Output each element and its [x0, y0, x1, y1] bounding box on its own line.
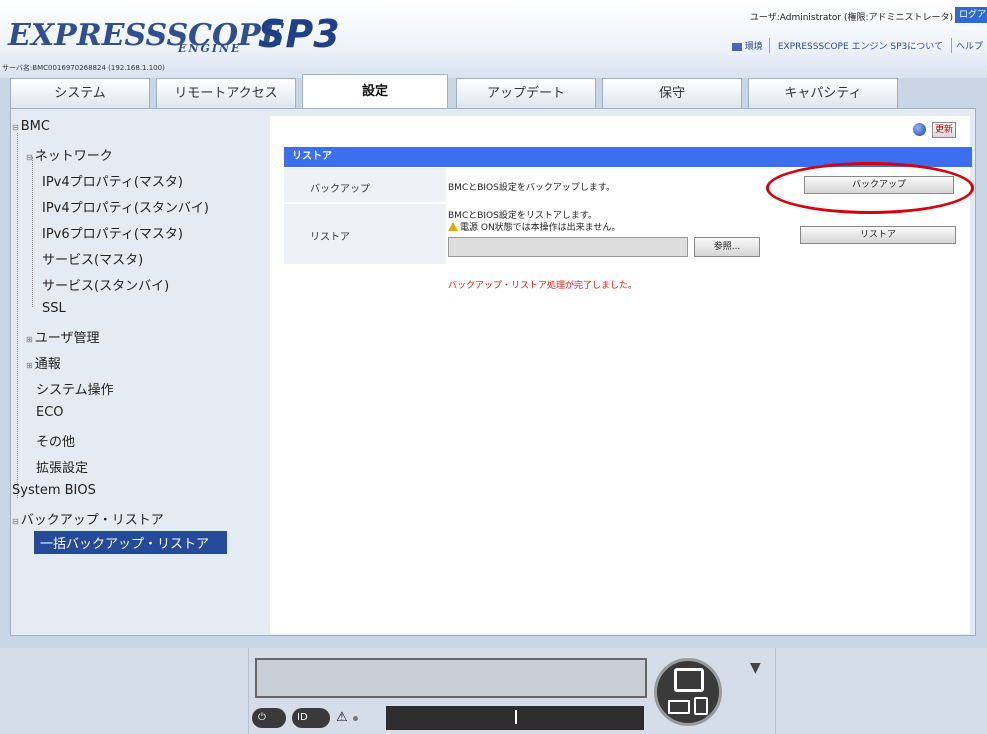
warning-icon — [448, 222, 458, 231]
user-info: ユーザ:Administrator (権限:アドミニストレータ) — [749, 13, 953, 23]
globe-icon[interactable] — [913, 123, 926, 136]
status-message: バックアップ・リストア処理が完了しました。 — [448, 281, 638, 291]
restore-label-cell — [284, 204, 446, 264]
sidebar-item-label: 通報 — [34, 357, 61, 372]
restore-warning: 電源 ON状態では本操作は出来ません。 — [448, 220, 620, 233]
env-link-label: 環境 — [744, 42, 763, 52]
alert-led-icon — [353, 716, 358, 721]
logout-button[interactable]: ログアウト — [955, 7, 987, 23]
logo-word: EXPRESSSCOPE — [8, 18, 284, 53]
bottom-divider-left — [248, 648, 249, 734]
sidebar-item-other[interactable]: その他 — [36, 431, 75, 450]
restore-warning-text: 電源 ON状態では本操作は出来ません。 — [460, 223, 621, 233]
sidebar-item-bmc[interactable]: ⊟ BMC — [12, 119, 50, 134]
restore-button[interactable]: リストア — [800, 226, 956, 244]
sidebar-tree: ⊟ BMC ⊟ ネットワーク IPv4プロパティ(マスタ) IPv4プロパティ(スタ… — [12, 117, 270, 629]
sidebar-item-label: ユーザ管理 — [34, 331, 100, 346]
sidebar-item-label: BMC — [20, 119, 50, 134]
sidebar-item-ipv4-standby[interactable]: IPv4プロパティ(スタンバイ) — [42, 197, 209, 216]
refresh-button[interactable]: 更新 — [932, 122, 956, 138]
alert-icon: ⚠ — [336, 710, 348, 725]
restore-file-input[interactable] — [448, 237, 688, 257]
sidebar-item-system-bios[interactable]: System BIOS — [12, 483, 96, 498]
tab-capacity[interactable]: キャパシティ — [748, 78, 898, 108]
sidebar-item-eco[interactable]: ECO — [36, 405, 64, 420]
sidebar-item-label: バックアップ・リストア — [20, 513, 164, 528]
backup-row-label: バックアップ — [310, 184, 370, 195]
sidebar-item-service-master[interactable]: サービス(マスタ) — [42, 249, 143, 268]
bottom-divider-right — [775, 648, 776, 734]
sidebar-item-ipv6-master[interactable]: IPv6プロパティ(マスタ) — [42, 223, 183, 242]
about-link[interactable]: EXPRESSSCOPE エンジン SP3について — [770, 38, 952, 53]
sidebar-item-extended-settings[interactable]: 拡張設定 — [36, 457, 88, 476]
sidebar-item-ipv4-master[interactable]: IPv4プロパティ(マスタ) — [42, 171, 183, 190]
logo-engine: ENGINE — [178, 42, 242, 55]
tab-maintenance[interactable]: 保守 — [602, 78, 742, 108]
highlight-ring — [766, 162, 974, 214]
logo-sp3: SP3 — [258, 12, 340, 56]
collapse-icon: ⊟ — [12, 517, 19, 526]
collapse-icon: ⊟ — [26, 153, 33, 162]
lcd-display — [255, 658, 647, 698]
monitor-icon — [674, 668, 704, 692]
browse-button[interactable]: 参照... — [694, 237, 760, 257]
env-link[interactable]: 環境 — [726, 38, 770, 53]
sidebar-item-notification[interactable]: ⊞ 通報 — [26, 353, 61, 372]
sidebar-item-network[interactable]: ⊟ ネットワーク — [26, 145, 113, 164]
header: EXPRESSSCOPE ENGINE SP3 サーバ名:BMC00169702… — [0, 0, 987, 78]
main-tabs: システム リモートアクセス 設定 アップデート 保守 キャパシティ — [10, 74, 910, 108]
status-marker — [515, 710, 517, 724]
expand-arrow-icon[interactable]: ▼ — [750, 660, 761, 676]
collapse-icon: ⊟ — [12, 123, 19, 132]
tab-remote-access[interactable]: リモートアクセス — [156, 78, 296, 108]
backup-description: BMCとBIOS設定をバックアップします。 — [448, 183, 615, 193]
power-button[interactable]: ⏻ — [252, 708, 286, 728]
expand-icon: ⊞ — [26, 361, 33, 370]
help-link[interactable]: ヘルプ — [952, 38, 987, 53]
sidebar-item-service-standby[interactable]: サービス(スタンバイ) — [42, 275, 169, 294]
expand-icon: ⊞ — [26, 335, 33, 344]
sidebar-item-user-management[interactable]: ⊞ ユーザ管理 — [26, 327, 99, 346]
env-icon — [731, 42, 742, 51]
restore-row-label: リストア — [310, 232, 350, 243]
sidebar-item-backup-restore[interactable]: ⊟ バックアップ・リストア — [12, 509, 164, 528]
server-name: サーバ名:BMC0016970268824 (192.168.1.100) — [2, 64, 165, 72]
sidebar-item-ssl[interactable]: SSL — [42, 301, 66, 316]
header-links: 環境 EXPRESSSCOPE エンジン SP3について ヘルプ — [726, 38, 987, 54]
tab-update[interactable]: アップデート — [456, 78, 596, 108]
sidebar-item-label: ネットワーク — [34, 149, 113, 164]
tab-system[interactable]: システム — [10, 78, 150, 108]
id-button[interactable]: ID — [292, 708, 330, 728]
keyboard-icon — [668, 700, 690, 714]
sidebar-item-system-operation[interactable]: システム操作 — [36, 379, 114, 398]
tab-settings[interactable]: 設定 — [302, 74, 448, 108]
mouse-icon — [694, 697, 708, 715]
sidebar-item-bulk-backup-restore[interactable]: 一括バックアップ・リストア — [34, 531, 228, 554]
